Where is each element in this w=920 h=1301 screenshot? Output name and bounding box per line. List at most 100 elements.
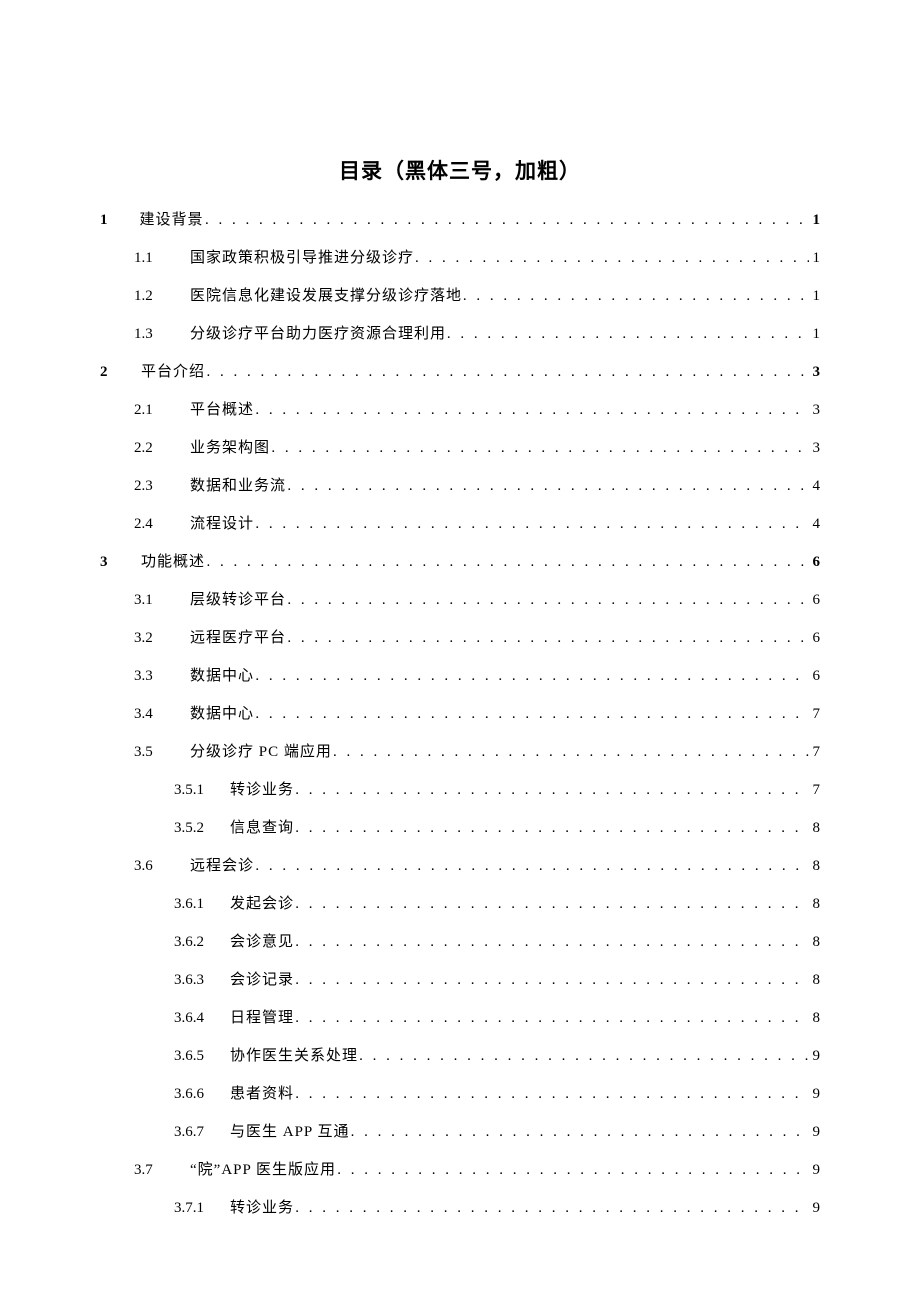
toc-entry-page: 6	[809, 631, 821, 646]
toc-entry-page: 3	[809, 403, 821, 418]
toc-entry-text: “院”APP 医生版应用	[190, 1163, 336, 1178]
toc-entry-text: 数据中心	[190, 669, 254, 684]
toc-leader	[287, 593, 808, 608]
toc-entry-number: 3.7	[134, 1163, 190, 1178]
toc-entry: 2.3数据和业务流 4	[100, 479, 820, 494]
toc-entry-page: 1	[809, 289, 821, 304]
toc-entry: 3.6.7与医生 APP 互通9	[100, 1125, 820, 1140]
toc-entry-text: 远程会诊	[190, 859, 254, 874]
toc-leader	[359, 1049, 808, 1064]
toc-entry: 2平台介绍3	[100, 365, 820, 380]
toc-entry-number: 3.6.5	[174, 1049, 230, 1064]
toc-entry-number: 2.3	[134, 479, 190, 494]
toc-entry-number: 1.2	[134, 289, 190, 304]
toc-entry-page: 8	[809, 1011, 821, 1026]
toc-entry-text: 平台概述	[190, 403, 254, 418]
toc-entry-text: 数据中心	[190, 707, 254, 722]
toc-entry: 3.5分级诊疗 PC 端应用7	[100, 745, 820, 760]
toc-entry-page: 8	[809, 821, 821, 836]
toc-entry-number: 3.6.2	[174, 935, 230, 950]
toc-entry-text: 转诊业务	[230, 783, 294, 798]
toc-leader	[295, 1087, 808, 1102]
toc-entry-number: 2.1	[134, 403, 190, 418]
toc-entry-number: 3.4	[134, 707, 190, 722]
toc-entry: 3.6远程会诊 8	[100, 859, 820, 874]
toc-entry-page: 7	[809, 707, 821, 722]
toc-entry: 3.5.2信息查询 8	[100, 821, 820, 836]
toc-entry-text: 转诊业务	[230, 1201, 294, 1216]
toc-entry-number: 3.6.6	[174, 1087, 230, 1102]
toc-entry-text: 业务架构图	[190, 441, 270, 456]
toc-entry: 1建设背景1	[100, 213, 820, 228]
toc-leader	[255, 669, 808, 684]
toc-entry-text: 信息查询	[230, 821, 294, 836]
toc-entry: 2.2业务架构图3	[100, 441, 820, 456]
toc-entry-number: 3.6	[134, 859, 190, 874]
toc-leader	[295, 783, 808, 798]
toc-entry: 3.6.1发起会诊8	[100, 897, 820, 912]
toc-entry-text: 协作医生关系处理	[230, 1049, 358, 1064]
toc-entry-number: 3.6.3	[174, 973, 230, 988]
toc-entry-number: 3.7.1	[174, 1201, 230, 1216]
toc-entry-page: 8	[809, 935, 821, 950]
toc-entry-text: 医院信息化建设发展支撑分级诊疗落地	[190, 289, 462, 304]
toc-entry-text: 建设背景	[140, 213, 204, 228]
toc-entry-text: 会诊意见	[230, 935, 294, 950]
toc-entry: 3.6.2会诊意见 8	[100, 935, 820, 950]
toc-entry: 3.4数据中心 7	[100, 707, 820, 722]
toc-entry-number: 1.3	[134, 327, 190, 342]
toc-entry-text: 平台介绍	[141, 365, 205, 380]
toc-leader	[255, 707, 808, 722]
toc-entry-text: 国家政策积极引导推进分级诊疗	[190, 251, 414, 266]
toc-entry-page: 4	[809, 479, 821, 494]
toc-entry-page: 7	[809, 745, 821, 760]
toc-entry-page: 9	[809, 1087, 821, 1102]
toc-entry-page: 8	[809, 897, 821, 912]
toc-entry-page: 4	[809, 517, 821, 532]
toc-leader	[351, 1125, 809, 1140]
toc-entry: 1.2医院信息化建设发展支撑分级诊疗落地 1	[100, 289, 820, 304]
toc-entry-page: 1	[809, 213, 821, 228]
toc-leader	[255, 403, 808, 418]
toc-entry: 3.2远程医疗平台 6	[100, 631, 820, 646]
toc-entry-text: 日程管理	[230, 1011, 294, 1026]
toc-entry: 3.6.5协作医生关系处理9	[100, 1049, 820, 1064]
toc-entry-number: 3.5.2	[174, 821, 230, 836]
toc-leader	[207, 555, 809, 570]
toc-entry-number: 2	[100, 365, 138, 380]
toc-entry-number: 3.3	[134, 669, 190, 684]
toc-leader	[463, 289, 809, 304]
toc-leader	[295, 935, 808, 950]
toc-entry-page: 3	[809, 441, 821, 456]
toc-entry: 3.6.3会诊记录8	[100, 973, 820, 988]
toc-entry-page: 7	[809, 783, 821, 798]
toc-leader	[255, 859, 808, 874]
toc-leader	[207, 365, 809, 380]
toc-entry-text: 数据和业务流	[190, 479, 286, 494]
toc-entry-page: 1	[809, 327, 821, 342]
toc-entry-page: 9	[809, 1201, 821, 1216]
toc-entry-text: 层级转诊平台	[190, 593, 286, 608]
toc-entry-number: 3.6.7	[174, 1125, 230, 1140]
toc-entry: 1.3分级诊疗平台助力医疗资源合理利用1	[100, 327, 820, 342]
toc-leader	[295, 1011, 808, 1026]
toc-leader	[295, 973, 808, 988]
toc-entry-number: 3	[100, 555, 138, 570]
toc-leader	[271, 441, 808, 456]
toc-entry: 3功能概述6	[100, 555, 820, 570]
toc-entry-text: 远程医疗平台	[190, 631, 286, 646]
toc-title: 目录（黑体三号，加粗）	[100, 155, 820, 185]
toc-entry-text: 与医生 APP 互通	[230, 1125, 349, 1140]
toc-entry-page: 9	[809, 1163, 821, 1178]
toc-entry-number: 2.4	[134, 517, 190, 532]
document-page: 目录（黑体三号，加粗） 1建设背景11.1国家政策积极引导推进分级诊疗11.2医…	[0, 0, 920, 1216]
toc-leader	[415, 251, 809, 266]
toc-entry: 3.6.6患者资料9	[100, 1087, 820, 1102]
toc-entry: 3.3数据中心6	[100, 669, 820, 684]
toc-entry: 3.1层级转诊平台6	[100, 593, 820, 608]
toc-entry-page: 8	[809, 859, 821, 874]
toc-entry-text: 分级诊疗 PC 端应用	[190, 745, 332, 760]
toc-entry-number: 3.6.1	[174, 897, 230, 912]
toc-entry-number: 3.2	[134, 631, 190, 646]
toc-leader	[287, 479, 808, 494]
